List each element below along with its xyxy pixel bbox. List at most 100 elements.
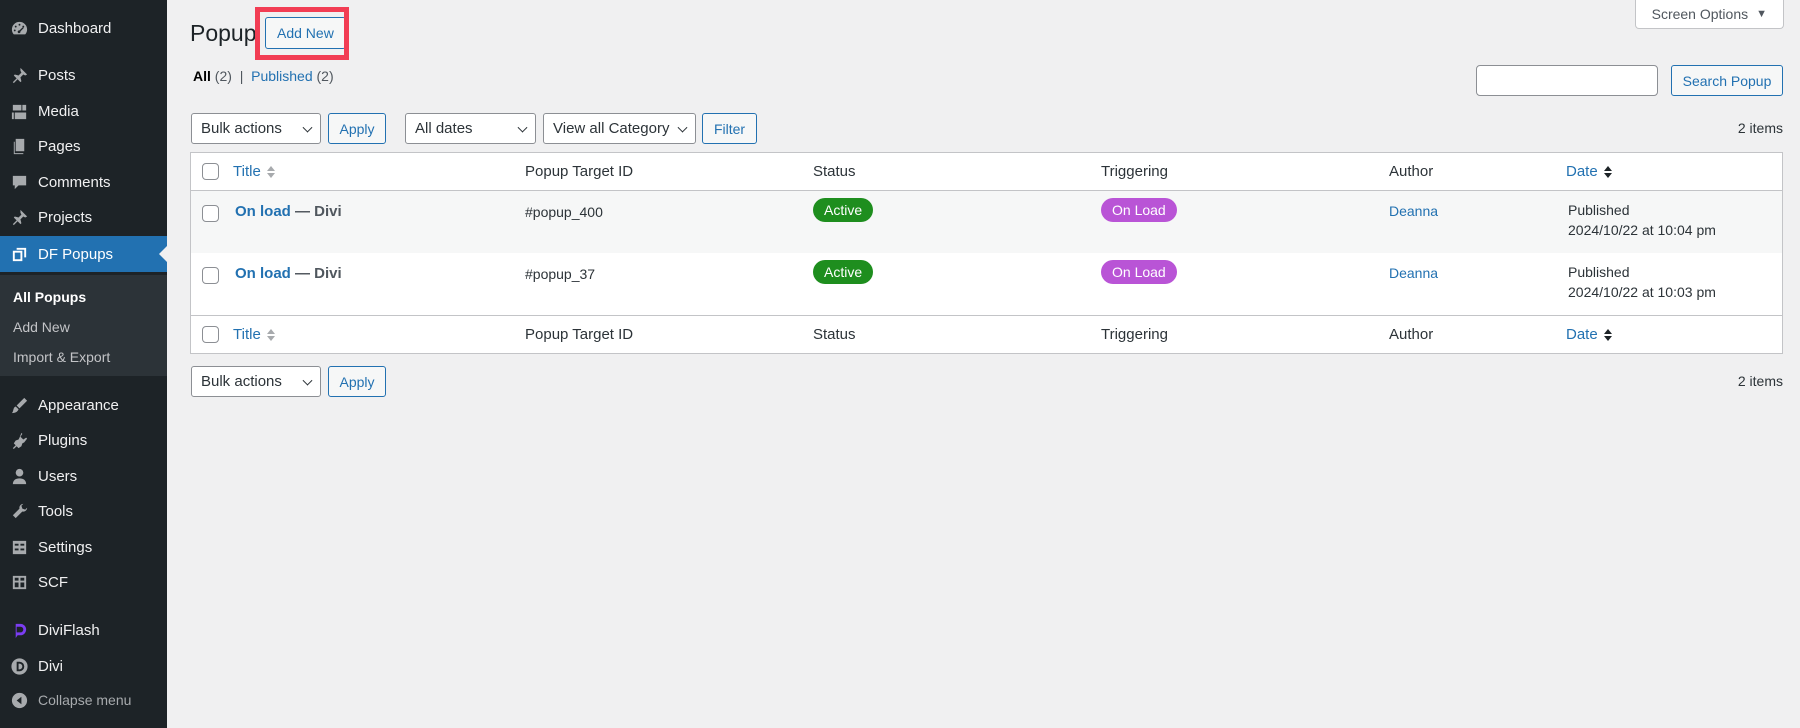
diviflash-icon xyxy=(0,613,38,647)
pages-icon xyxy=(0,129,38,163)
wrench-icon xyxy=(0,494,38,528)
row-title-suffix: — Divi xyxy=(290,265,342,282)
submenu-import-export[interactable]: Import & Export xyxy=(0,342,167,372)
add-new-button[interactable]: Add New xyxy=(265,17,346,49)
sidebar-item-dashboard[interactable]: Dashboard xyxy=(0,11,167,45)
view-filters: All (2) | Published (2) xyxy=(193,68,334,84)
pin-icon xyxy=(0,58,38,92)
sidebar-item-diviflash[interactable]: DiviFlash xyxy=(0,613,167,647)
row-author-link[interactable]: Deanna xyxy=(1389,253,1438,315)
screen-options-label: Screen Options xyxy=(1651,6,1749,22)
row-title-link[interactable]: On load xyxy=(235,265,291,282)
category-filter-select[interactable]: View all Category xyxy=(543,113,696,144)
column-date-label: Date xyxy=(1566,163,1598,180)
bulk-actions-select[interactable]: Bulk actions xyxy=(191,113,321,144)
sidebar-item-tools[interactable]: Tools xyxy=(0,494,167,528)
table-footer: Title Popup Target ID Status Triggering … xyxy=(191,315,1782,353)
column-date[interactable]: Date xyxy=(1566,153,1612,190)
apply-button[interactable]: Apply xyxy=(328,113,386,144)
date-filter-select[interactable]: All dates xyxy=(405,113,536,144)
row-date-value: 2024/10/22 at 10:04 pm xyxy=(1568,222,1716,238)
sidebar-item-pages[interactable]: Pages xyxy=(0,129,167,163)
row-checkbox[interactable] xyxy=(202,205,219,222)
row-status-cell: Active xyxy=(813,253,874,315)
row-trigger-cell: On Load xyxy=(1101,253,1177,315)
column-date-footer[interactable]: Date xyxy=(1566,316,1612,353)
sidebar-item-label: Dashboard xyxy=(38,19,112,37)
chevron-down-icon xyxy=(302,375,313,386)
sidebar-item-scf[interactable]: SCF xyxy=(0,565,167,599)
chevron-down-icon xyxy=(302,122,313,133)
sidebar-item-comments[interactable]: Comments xyxy=(0,165,167,199)
filter-button[interactable]: Filter xyxy=(702,113,757,144)
collapse-menu-button[interactable]: Collapse menu xyxy=(0,683,167,717)
column-author-footer: Author xyxy=(1389,326,1434,343)
sidebar-item-label: Tools xyxy=(38,502,74,520)
sidebar-item-divi[interactable]: Divi xyxy=(0,649,167,683)
submenu-add-new[interactable]: Add New xyxy=(0,312,167,342)
sidebar-item-posts[interactable]: Posts xyxy=(0,58,167,92)
popups-table: Title Popup Target ID Status Triggering … xyxy=(190,152,1783,354)
view-published-link[interactable]: Published xyxy=(251,68,313,84)
row-title-cell: On load — Divi xyxy=(235,191,342,253)
sidebar-item-settings[interactable]: Settings xyxy=(0,530,167,564)
sidebar-item-label: Media xyxy=(38,102,79,120)
apply-button-bottom[interactable]: Apply xyxy=(328,366,386,397)
comment-icon xyxy=(0,165,38,199)
sidebar-item-label: Pages xyxy=(38,137,81,155)
plugin-icon xyxy=(0,423,38,457)
caret-down-icon: ▼ xyxy=(1756,8,1767,20)
media-icon xyxy=(0,94,38,128)
sidebar-item-label: Collapse menu xyxy=(38,692,132,708)
date-filter-value: All dates xyxy=(415,120,473,137)
view-all-count: (2) xyxy=(214,68,232,84)
search-popup-button[interactable]: Search Popup xyxy=(1671,65,1783,96)
sidebar-item-label: DF Popups xyxy=(38,245,114,263)
row-checkbox[interactable] xyxy=(202,267,219,284)
select-all-checkbox[interactable] xyxy=(202,162,219,180)
sidebar-item-media[interactable]: Media xyxy=(0,94,167,128)
table-row: On load — Divi #popup_37 Active On Load … xyxy=(191,253,1782,315)
sidebar-item-projects[interactable]: Projects xyxy=(0,200,167,234)
sort-icon xyxy=(266,165,275,178)
column-title-footer[interactable]: Title xyxy=(233,316,275,353)
sidebar-item-label: Divi xyxy=(38,657,63,675)
sidebar-item-label: Posts xyxy=(38,66,76,84)
submenu-all-popups[interactable]: All Popups xyxy=(0,282,167,312)
row-date-status: Published xyxy=(1568,264,1630,280)
search-input[interactable] xyxy=(1476,65,1658,96)
row-status-cell: Active xyxy=(813,191,874,253)
row-author-link[interactable]: Deanna xyxy=(1389,191,1438,253)
view-all-link[interactable]: All xyxy=(193,68,211,84)
bulk-actions-select-bottom[interactable]: Bulk actions xyxy=(191,366,321,397)
table-row: On load — Divi #popup_400 Active On Load… xyxy=(191,191,1782,253)
trigger-badge: On Load xyxy=(1101,198,1177,222)
column-author: Author xyxy=(1389,163,1434,180)
row-target-id: #popup_400 xyxy=(525,204,603,220)
row-title-link[interactable]: On load xyxy=(235,203,291,220)
page-title: Popup xyxy=(190,20,257,46)
df-popups-submenu: All Popups Add New Import & Export xyxy=(0,275,167,376)
sidebar-item-users[interactable]: Users xyxy=(0,459,167,493)
column-triggering-footer: Triggering xyxy=(1101,326,1168,343)
screen-options-button[interactable]: Screen Options ▼ xyxy=(1634,0,1784,29)
column-target-id-footer: Popup Target ID xyxy=(525,326,634,343)
popup-icon xyxy=(0,236,38,272)
sidebar-item-appearance[interactable]: Appearance xyxy=(0,388,167,422)
sidebar-item-label: Settings xyxy=(38,538,93,556)
sidebar-item-plugins[interactable]: Plugins xyxy=(0,423,167,457)
column-status-footer: Status xyxy=(813,326,856,343)
sort-icon xyxy=(266,328,275,341)
row-date-value: 2024/10/22 at 10:03 pm xyxy=(1568,284,1716,300)
bulk-actions-value: Bulk actions xyxy=(201,373,282,390)
column-title[interactable]: Title xyxy=(233,153,275,190)
current-menu-arrow xyxy=(159,246,167,262)
sidebar-item-df-popups[interactable]: DF Popups xyxy=(0,236,167,272)
sidebar-item-label: Users xyxy=(38,467,78,485)
collapse-icon xyxy=(0,683,38,717)
trigger-badge: On Load xyxy=(1101,260,1177,284)
column-status: Status xyxy=(813,163,856,180)
column-triggering: Triggering xyxy=(1101,163,1168,180)
select-all-checkbox-footer[interactable] xyxy=(202,325,219,343)
divi-icon xyxy=(0,649,38,683)
